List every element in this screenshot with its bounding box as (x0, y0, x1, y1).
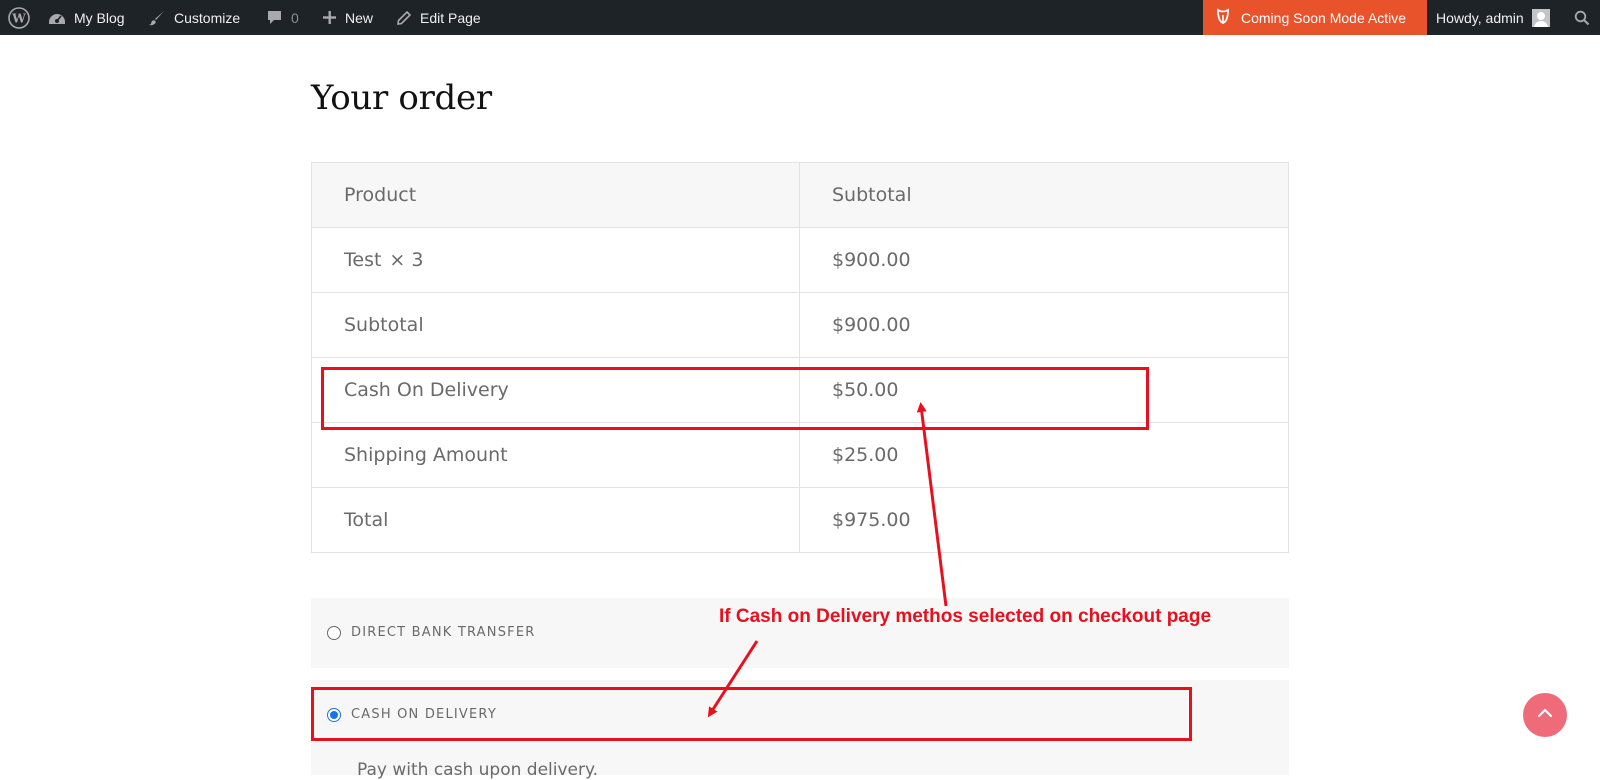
chevron-up-icon (1536, 706, 1554, 724)
scroll-to-top-button[interactable] (1523, 693, 1567, 737)
annotation-arrow-up (916, 402, 948, 607)
annotation-arrows (707, 402, 948, 718)
annotation-arrow-down (707, 640, 759, 718)
